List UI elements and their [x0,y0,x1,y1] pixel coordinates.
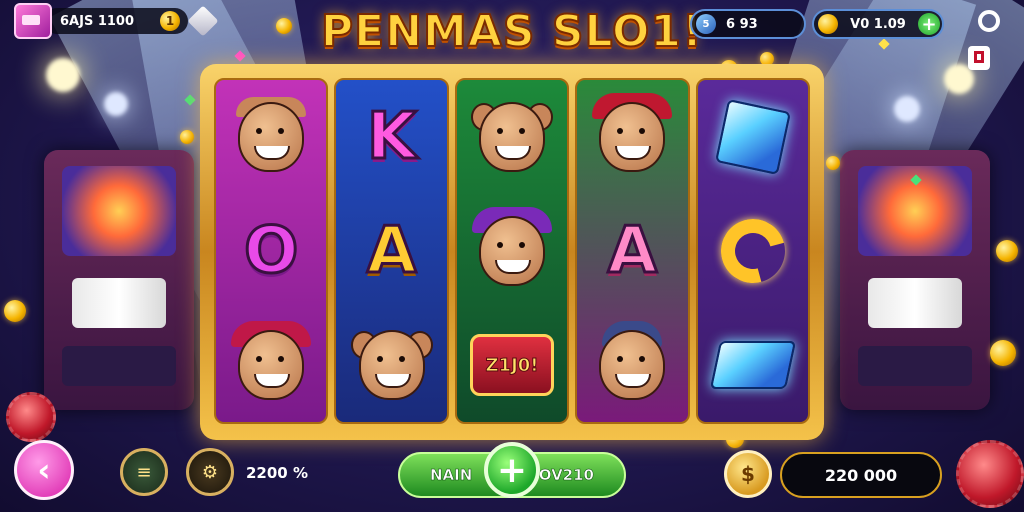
symbol-mouse-face [346,317,438,413]
casino-chip [6,392,56,442]
coin-icon: $ [741,462,755,486]
reel-2: K A [334,78,449,424]
symbol-wizard-face [466,203,558,299]
left-slot-machine [44,150,194,410]
settings-icon[interactable] [978,10,1000,32]
jackpot-bag-label: Z1J0! [470,334,555,396]
symbol-letter-a: A [365,214,418,288]
symbol-pirate-face [586,89,678,185]
coin-button[interactable]: $ [724,450,772,498]
coin-decoration [826,156,840,170]
spin-button[interactable]: + [484,442,540,498]
treasure-chest-icon[interactable] [14,3,52,39]
stage-light [46,58,80,92]
symbol-mouse-face [466,89,558,185]
symbol-letter-k: K [365,100,418,174]
coin-decoration [4,300,26,322]
bet-amount: 2200 % [246,464,308,482]
stage-light [104,92,128,116]
symbol-gold-swirl [707,203,799,299]
player-stats: 5 6 93 V0 1.09 + [690,9,944,39]
level-pill: 5 6 93 [690,9,806,39]
symbol-cowboy-face [225,317,317,413]
back-button[interactable]: ‹ [14,440,74,500]
spin-bar-right-label: OV210 [538,466,594,485]
reel-3: Z1J0! [454,78,570,424]
coins-pill: V0 1.09 + [812,9,944,39]
autospin-icon: ⚙ [201,461,219,483]
symbol-jackpot-bag: Z1J0! [466,317,558,413]
right-slot-machine [840,150,990,410]
slot-frame: O K A Z1J0! A [200,64,824,440]
menu-icon[interactable] [968,46,990,70]
symbol-viking-face [586,317,678,413]
symbol-jester-face [225,89,317,185]
reels: O K A Z1J0! A [214,78,811,424]
paytable-icon: ≡ [136,461,152,483]
symbol-letter-a: A [606,214,659,288]
reel-5 [695,78,811,424]
spin-bar-left-label: NAIN [430,466,473,485]
symbol-flat-gem [707,317,799,413]
coin-icon [818,14,838,34]
add-coins-button[interactable]: + [918,13,940,35]
reel-1: O [214,78,329,424]
coin-decoration [180,130,194,144]
level-badge-icon: 5 [696,14,716,34]
level-value: 6 93 [726,16,758,32]
coin-decoration [990,340,1016,366]
coins-value: V0 1.09 [850,16,906,32]
coin-decoration [996,240,1018,262]
paytable-button[interactable]: ≡ [120,448,168,496]
autospin-button[interactable]: ⚙ [186,448,234,496]
win-total: 220 000 [780,452,942,498]
symbol-letter-o: O [242,214,299,288]
stage-light [894,96,920,122]
reel-4: A [575,78,690,424]
casino-chip [956,440,1024,508]
symbol-blue-gem [707,89,799,185]
